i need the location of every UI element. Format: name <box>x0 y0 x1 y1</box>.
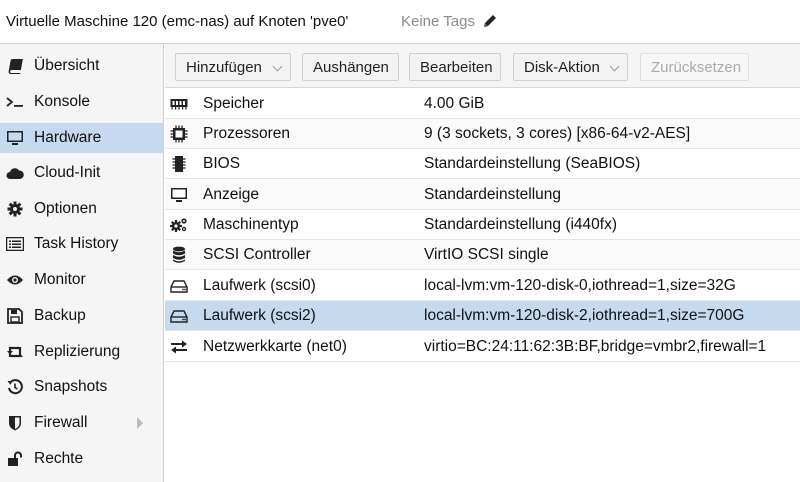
tags-label[interactable]: Keine Tags <box>401 13 475 30</box>
add-button-label: Hinzufügen <box>186 58 262 76</box>
page-title: Virtuelle Maschine 120 (emc-nas) auf Kno… <box>6 13 349 30</box>
row-key: Laufwerk (scsi0) <box>203 277 316 294</box>
unlock-icon <box>6 450 24 468</box>
exchange-icon <box>170 338 188 356</box>
floppy-icon <box>6 307 24 325</box>
row-value: Standardeinstellung (SeaBIOS) <box>424 155 641 172</box>
sidebar-item-optionen[interactable]: Optionen <box>0 194 163 224</box>
row-key: Anzeige <box>203 186 260 203</box>
sidebar-item-uebersicht[interactable]: Übersicht <box>0 51 163 81</box>
monitor-icon <box>6 129 24 147</box>
cpu-icon <box>170 125 188 143</box>
row-key: Laufwerk (scsi2) <box>203 307 316 324</box>
detach-button[interactable]: Aushängen <box>302 53 399 81</box>
table-row[interactable]: Netzwerkkarte (net0) virtio=BC:24:11:62:… <box>165 332 800 362</box>
table-row[interactable]: Maschinentyp Standardeinstellung (i440fx… <box>165 210 800 240</box>
desktop-icon <box>170 186 188 204</box>
row-value: VirtIO SCSI single <box>424 246 549 263</box>
cloud-icon <box>6 164 24 182</box>
sidebar-item-label: Konsole <box>34 93 91 110</box>
reset-button-label: Zurücksetzen <box>651 58 742 76</box>
row-key: BIOS <box>203 155 241 172</box>
edit-button-label: Bearbeiten <box>420 58 493 76</box>
row-key: Speicher <box>203 95 265 112</box>
retweet-icon <box>6 343 24 361</box>
terminal-icon <box>6 93 24 111</box>
sidebar-item-label: Firewall <box>34 414 88 431</box>
hdd-icon <box>170 277 188 295</box>
table-row[interactable]: Anzeige Standardeinstellung <box>165 180 800 210</box>
row-key: Netzwerkkarte (net0) <box>203 338 347 355</box>
add-button[interactable]: Hinzufügen <box>175 53 291 81</box>
reset-button[interactable]: Zurücksetzen <box>640 53 749 81</box>
hardware-panel: Hinzufügen Aushängen Bearbeiten Disk-Akt… <box>165 44 800 482</box>
sidebar-item-label: Hardware <box>34 129 102 146</box>
sidebar-item-firewall[interactable]: Firewall <box>0 408 163 438</box>
chevron-down-icon <box>272 61 283 72</box>
sidebar-item-backup[interactable]: Backup <box>0 301 163 331</box>
row-value: local-lvm:vm-120-disk-2,iothread=1,size=… <box>424 307 745 324</box>
shield-icon <box>6 414 24 432</box>
sidebar: Übersicht Konsole Hardware Cloud-Init Op… <box>0 44 164 482</box>
gear-icon <box>6 200 24 218</box>
sidebar-item-snapshots[interactable]: Snapshots <box>0 372 163 402</box>
book-icon <box>6 57 24 75</box>
row-value: local-lvm:vm-120-disk-0,iothread=1,size=… <box>424 277 736 294</box>
edit-button[interactable]: Bearbeiten <box>409 53 501 81</box>
sidebar-item-monitor[interactable]: Monitor <box>0 265 163 295</box>
hdd-icon <box>170 307 188 325</box>
toolbar: Hinzufügen Aushängen Bearbeiten Disk-Akt… <box>165 44 800 88</box>
database-icon <box>170 246 188 264</box>
row-value: virtio=BC:24:11:62:3B:BF,bridge=vmbr2,fi… <box>424 338 767 355</box>
row-value: Standardeinstellung <box>424 186 562 203</box>
sidebar-item-cloud-init[interactable]: Cloud-Init <box>0 158 163 188</box>
table-row[interactable]: Speicher 4.00 GiB <box>165 89 800 119</box>
table-row[interactable]: SCSI Controller VirtIO SCSI single <box>165 240 800 270</box>
table-row[interactable]: BIOS Standardeinstellung (SeaBIOS) <box>165 149 800 179</box>
history-icon <box>6 378 24 396</box>
memory-icon <box>170 95 188 113</box>
sidebar-item-hardware[interactable]: Hardware <box>0 123 163 153</box>
sidebar-item-label: Monitor <box>34 271 86 288</box>
detach-button-label: Aushängen <box>313 58 389 76</box>
sidebar-item-replizierung[interactable]: Replizierung <box>0 337 163 367</box>
microchip-icon <box>170 155 188 173</box>
disk-action-button[interactable]: Disk-Aktion <box>513 53 628 81</box>
row-key: Prozessoren <box>203 125 291 142</box>
row-value: 9 (3 sockets, 3 cores) [x86-64-v2-AES] <box>424 125 691 142</box>
row-key: SCSI Controller <box>203 246 311 263</box>
cogs-icon <box>170 216 188 234</box>
sidebar-item-label: Rechte <box>34 450 84 467</box>
sidebar-item-task-history[interactable]: Task History <box>0 229 163 259</box>
row-value: Standardeinstellung (i440fx) <box>424 216 618 233</box>
sidebar-item-label: Snapshots <box>34 378 108 395</box>
header: Virtuelle Maschine 120 (emc-nas) auf Kno… <box>0 0 800 44</box>
sidebar-item-label: Cloud-Init <box>34 164 101 181</box>
sidebar-item-rechte[interactable]: Rechte <box>0 444 163 474</box>
table-row[interactable]: Laufwerk (scsi2) local-lvm:vm-120-disk-2… <box>165 301 800 331</box>
row-value: 4.00 GiB <box>424 95 485 112</box>
expand-arrow-icon[interactable] <box>137 417 143 429</box>
chevron-down-icon <box>609 61 620 72</box>
sidebar-item-konsole[interactable]: Konsole <box>0 87 163 117</box>
sidebar-item-label: Backup <box>34 307 86 324</box>
disk-action-button-label: Disk-Aktion <box>524 58 600 76</box>
sidebar-item-label: Task History <box>34 235 119 252</box>
table-row[interactable]: Laufwerk (scsi0) local-lvm:vm-120-disk-0… <box>165 271 800 301</box>
sidebar-item-label: Optionen <box>34 200 97 217</box>
sidebar-item-label: Übersicht <box>34 57 100 74</box>
list-icon <box>6 235 24 253</box>
pencil-icon[interactable] <box>482 13 498 29</box>
eye-icon <box>6 271 24 289</box>
row-key: Maschinentyp <box>203 216 299 233</box>
table-row[interactable]: Prozessoren 9 (3 sockets, 3 cores) [x86-… <box>165 119 800 149</box>
sidebar-item-label: Replizierung <box>34 343 121 360</box>
